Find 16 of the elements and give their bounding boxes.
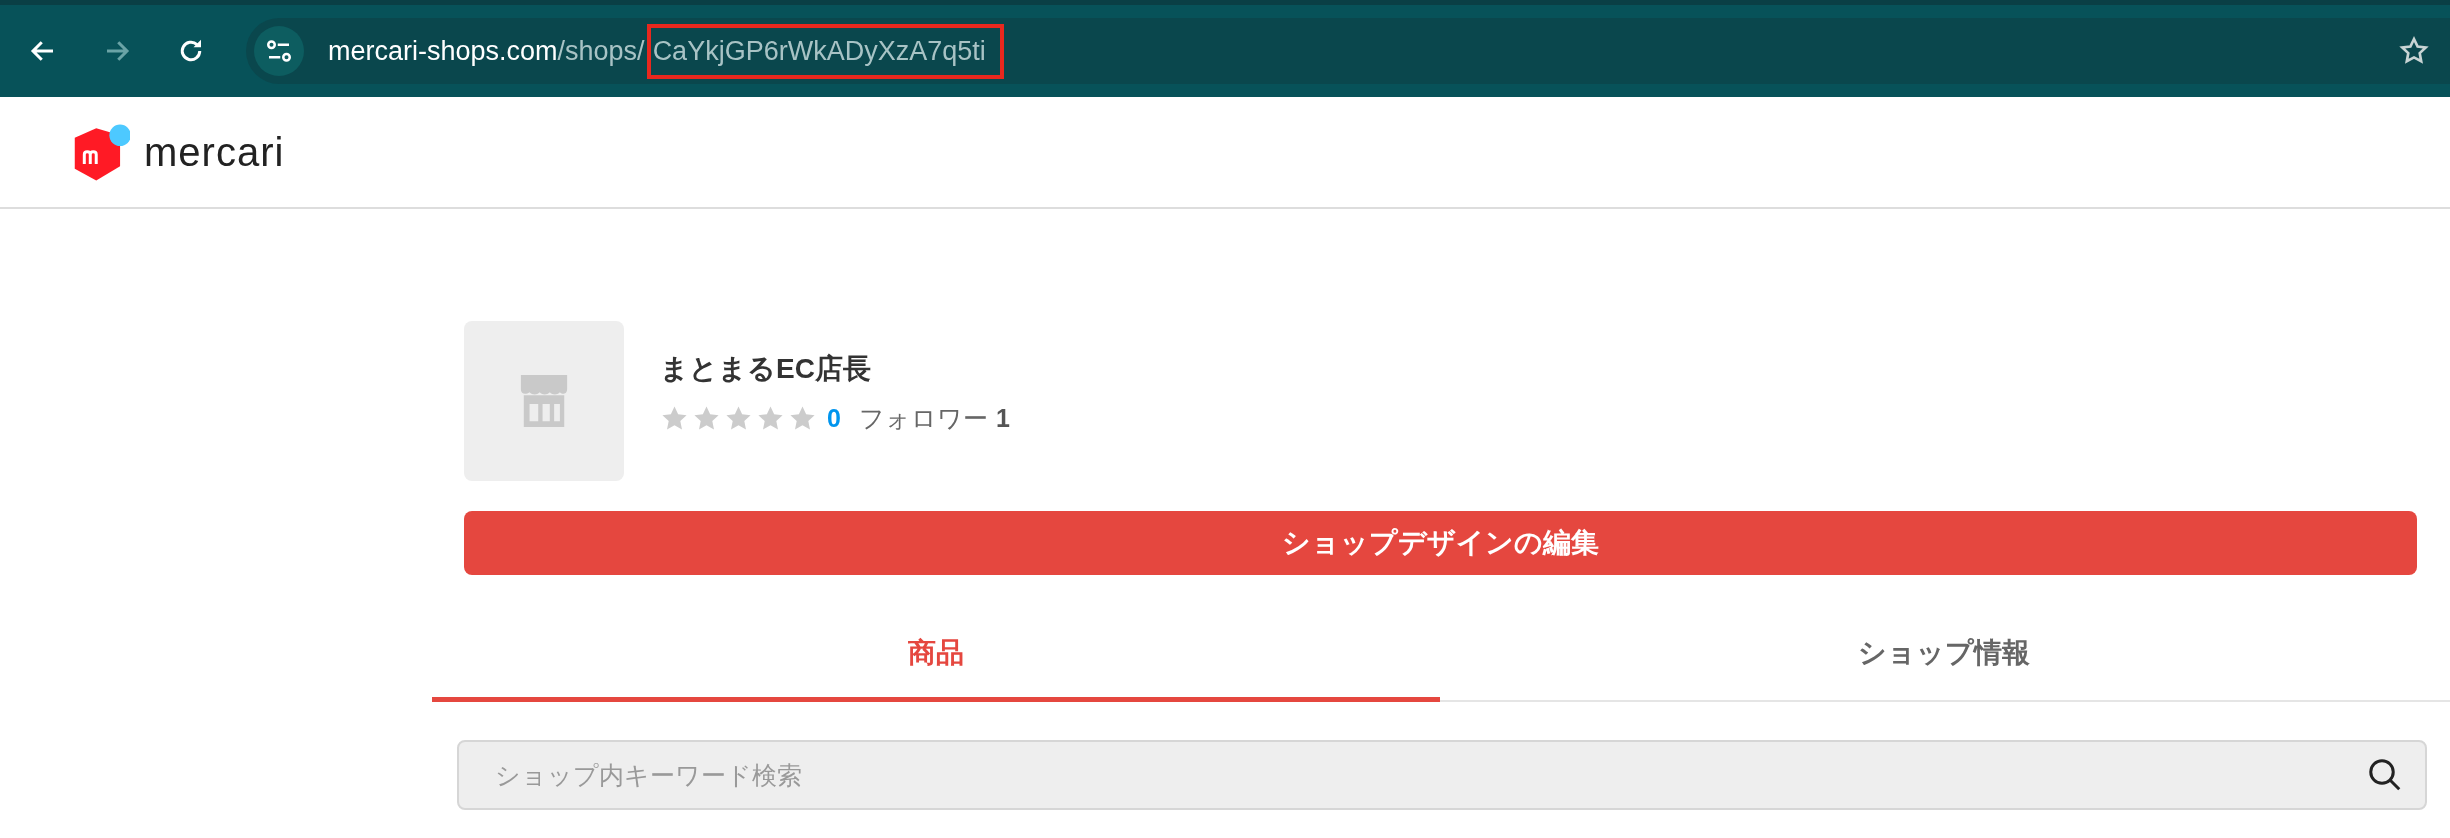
url-text: mercari-shops.com/shops/ xyxy=(328,35,645,67)
follower-label: フォロワー xyxy=(858,402,988,434)
logo-text[interactable]: mercari xyxy=(144,129,285,175)
edit-shop-design-button[interactable]: ショップデザインの編集 xyxy=(464,511,2417,575)
search-bar[interactable]: ショップ内キーワード検索 xyxy=(457,740,2427,810)
search-icon[interactable] xyxy=(2367,757,2403,793)
review-count[interactable]: 0 xyxy=(827,403,841,433)
site-settings-icon[interactable] xyxy=(254,26,304,76)
search-input[interactable]: ショップ内キーワード検索 xyxy=(493,759,2367,791)
highlighted-url-segment: CaYkjGP6rWkADyXzA7q5ti xyxy=(646,23,1004,79)
address-bar[interactable]: mercari-shops.com/shops/ CaYkjGP6rWkADyXzA7q5ti xyxy=(246,18,2450,84)
tab[interactable]: 商品 xyxy=(432,608,1440,702)
store-icon xyxy=(518,372,570,430)
shop-name: まとまるEC店長 xyxy=(660,351,872,386)
follower-count: 1 xyxy=(995,403,1010,433)
tab[interactable]: ショップ情報 xyxy=(1440,608,2448,702)
